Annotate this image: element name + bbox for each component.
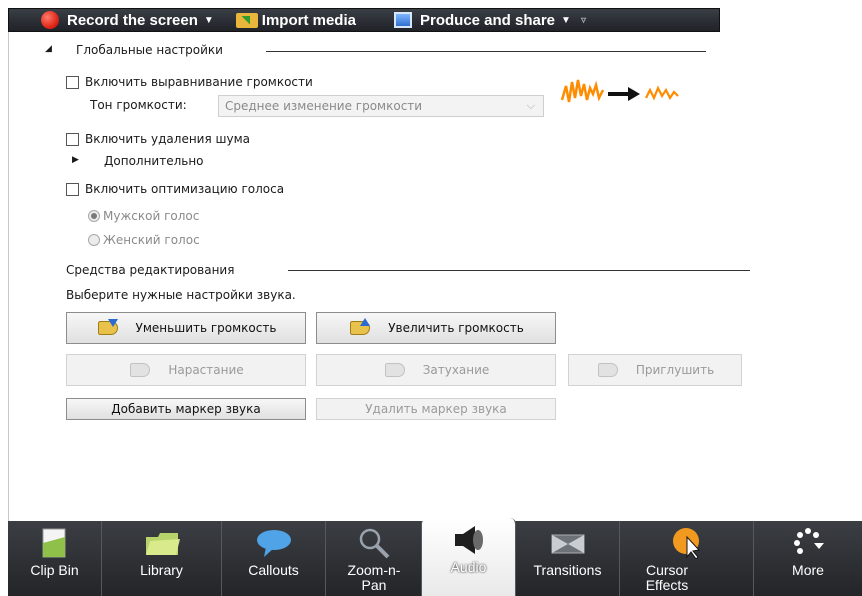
- editing-tools-title: Средства редактирования: [66, 263, 235, 277]
- dock-callouts[interactable]: Callouts: [222, 521, 326, 596]
- cursor-effects-icon: [672, 528, 700, 559]
- transitions-icon: [551, 534, 584, 554]
- collapse-triangle-icon[interactable]: ◢: [45, 44, 52, 54]
- chevron-down-icon: ▼: [561, 14, 571, 26]
- dock-label: Audio: [450, 559, 487, 575]
- dock-label: More: [792, 562, 824, 578]
- add-audio-marker-button[interactable]: Добавить маркер звука: [66, 398, 306, 420]
- expand-triangle-icon[interactable]: ▶: [72, 155, 79, 165]
- dock-label: Callouts: [248, 562, 299, 578]
- silence-button[interactable]: Приглушить: [568, 354, 742, 386]
- dock-audio[interactable]: Audio: [422, 518, 516, 596]
- clip-bin-icon: [42, 528, 65, 558]
- volume-leveling-label: Включить выравнивание громкости: [85, 75, 313, 89]
- silence-label: Приглушить: [635, 363, 715, 377]
- dock-transitions[interactable]: Transitions: [516, 521, 620, 596]
- volume-tone-value: Среднее изменение громкости: [225, 99, 423, 113]
- import-media-button[interactable]: Import media: [218, 9, 360, 31]
- fade-out-label: Затухание: [422, 363, 490, 377]
- male-voice-label: Мужской голос: [103, 209, 200, 223]
- zoom-icon: [359, 528, 389, 559]
- noise-removal-label: Включить удаления шума: [85, 132, 250, 146]
- fade-in-button[interactable]: Нарастание: [66, 354, 306, 386]
- record-screen-button[interactable]: Record the screen ▼: [9, 9, 218, 31]
- volume-leveling-illustration: [560, 79, 679, 103]
- editing-hint: Выберите нужные настройки звука.: [66, 288, 296, 302]
- volume-tone-label: Тон громкости:: [90, 98, 187, 112]
- add-audio-marker-label: Добавить маркер звука: [111, 402, 261, 416]
- female-voice-radio[interactable]: [88, 234, 100, 246]
- fade-in-icon: [128, 360, 156, 380]
- film-icon: [393, 12, 412, 28]
- decrease-volume-button[interactable]: Уменьшить громкость: [66, 312, 306, 344]
- more-icon: [794, 528, 824, 554]
- chevron-down-icon: ▼: [203, 14, 214, 26]
- audio-icon: [454, 526, 483, 554]
- section-divider: [288, 270, 750, 271]
- female-voice-label: Женский голос: [103, 233, 200, 247]
- dock-library[interactable]: Library: [102, 521, 222, 596]
- library-icon: [145, 533, 180, 555]
- record-icon: [41, 11, 59, 29]
- top-toolbar: Record the screen ▼ Import media Produce…: [8, 8, 720, 32]
- volume-up-icon: [348, 318, 376, 338]
- dock-label: Library: [140, 562, 183, 578]
- toolbar-options-icon[interactable]: ▿: [581, 15, 586, 26]
- dock-label: Cursor Effects: [645, 562, 689, 593]
- dock-label: Clip Bin: [30, 562, 79, 578]
- volume-down-icon: [96, 318, 124, 338]
- chevron-down-icon: ⌵: [526, 99, 535, 112]
- folder-icon: [235, 12, 258, 28]
- dock-label: Transitions: [533, 562, 602, 578]
- volume-leveling-checkbox[interactable]: [66, 76, 79, 89]
- advanced-link[interactable]: Дополнительно: [104, 154, 204, 168]
- volume-tone-select[interactable]: Среднее изменение громкости ⌵: [218, 95, 544, 117]
- record-screen-label: Record the screen: [67, 11, 198, 29]
- produce-share-button[interactable]: Produce and share ▼ ▿: [360, 9, 590, 31]
- dock-clip-bin[interactable]: Clip Bin: [8, 521, 102, 596]
- decrease-volume-label: Уменьшить громкость: [135, 321, 277, 335]
- task-dock: Clip Bin Library Callouts Zoom-n-Pan Aud…: [8, 518, 862, 596]
- arrow-head-icon: [628, 87, 640, 101]
- section-divider: [266, 51, 706, 52]
- increase-volume-label: Увеличить громкость: [388, 321, 524, 335]
- fade-out-button[interactable]: Затухание: [316, 354, 556, 386]
- voice-optimization-label: Включить оптимизацию голоса: [85, 182, 285, 196]
- fade-out-icon: [383, 360, 411, 380]
- leveled-wave-icon: [645, 85, 679, 101]
- dock-zoom-n-pan[interactable]: Zoom-n-Pan: [326, 521, 422, 596]
- noise-removal-checkbox[interactable]: [66, 133, 79, 146]
- male-voice-radio[interactable]: [88, 210, 100, 222]
- increase-volume-button[interactable]: Увеличить громкость: [316, 312, 556, 344]
- dock-cursor-effects[interactable]: Cursor Effects: [620, 521, 754, 596]
- produce-share-label: Produce and share: [419, 11, 556, 29]
- global-settings-title: Глобальные настройки: [76, 43, 223, 57]
- callouts-icon: [256, 530, 291, 557]
- silence-icon: [596, 360, 624, 380]
- fade-in-label: Нарастание: [168, 363, 244, 377]
- voice-optimization-checkbox[interactable]: [66, 183, 79, 196]
- dock-label: Zoom-n-Pan: [347, 562, 401, 593]
- dock-more[interactable]: More: [754, 521, 862, 596]
- import-media-label: Import media: [261, 11, 356, 29]
- remove-audio-marker-button[interactable]: Удалить маркер звука: [316, 398, 556, 420]
- loud-wave-icon: [560, 79, 605, 103]
- remove-audio-marker-label: Удалить маркер звука: [365, 402, 507, 416]
